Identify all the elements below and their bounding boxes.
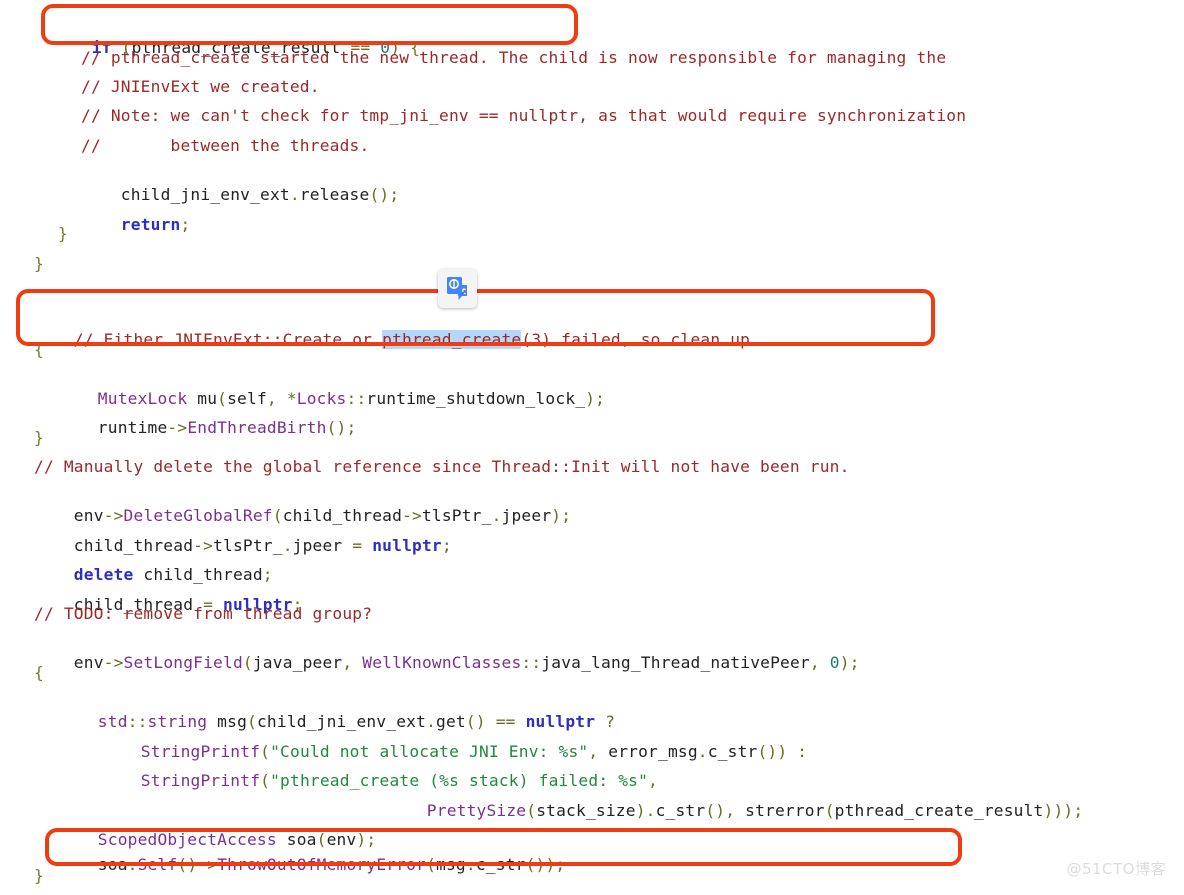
google-translate-icon[interactable]	[438, 269, 477, 308]
code-line-14[interactable]: }	[34, 428, 44, 448]
code-viewer: if (pthread_create_result == 0) { // pth…	[0, 0, 1184, 889]
selected-text-highlight[interactable]: pthread_create	[382, 330, 522, 349]
code-line-22[interactable]: {	[34, 663, 44, 683]
code-line-26[interactable]: PrettySize(stack_size).c_str(), strerror…	[387, 781, 1083, 841]
code-line-20[interactable]: // TODO: remove from thread group?	[34, 604, 372, 624]
code-line-9[interactable]: }	[34, 254, 44, 274]
code-line-10[interactable]: // Either JNIEnvExt::Create or pthread_c…	[34, 310, 760, 370]
watermark-51cto: @51CTO博客	[1066, 860, 1166, 878]
code-line-3[interactable]: // JNIEnvExt we created.	[81, 77, 320, 97]
code-line-11[interactable]: {	[34, 340, 44, 360]
google-translate-glyph	[447, 277, 467, 300]
code-line-7[interactable]: return;	[81, 195, 190, 255]
token-keyword-return: return	[120, 215, 181, 234]
code-line-5[interactable]: // between the threads.	[81, 136, 369, 156]
code-line-13[interactable]: runtime->EndThreadBirth();	[58, 398, 356, 458]
code-line-8[interactable]: }	[58, 224, 68, 244]
code-line-29[interactable]: }	[34, 866, 44, 886]
code-line-4[interactable]: // Note: we can't check for tmp_jni_env …	[81, 106, 966, 126]
code-line-21[interactable]: env->SetLongField(java_peer, WellKnownCl…	[34, 633, 860, 693]
code-line-15[interactable]: // Manually delete the global reference …	[34, 457, 850, 477]
code-line-2[interactable]: // pthread_create started the new thread…	[81, 48, 946, 68]
code-line-28[interactable]: soa.Self()->ThrowOutOfMemoryError(msg.c_…	[58, 835, 565, 895]
